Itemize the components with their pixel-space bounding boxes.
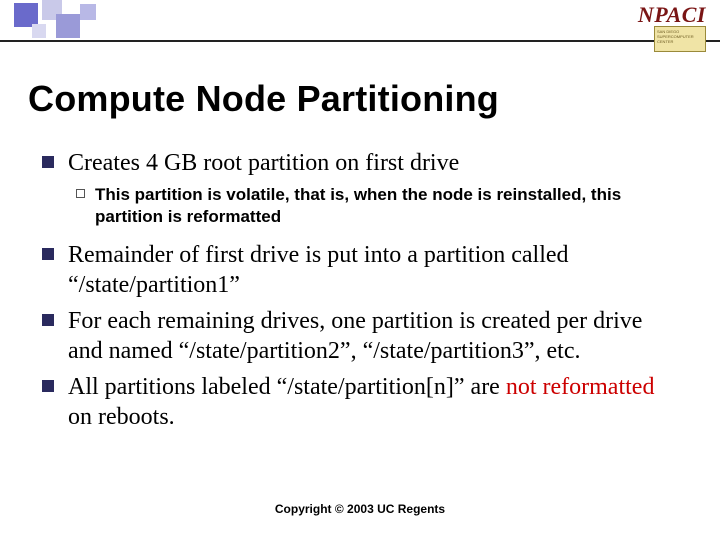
bullet-text: All partitions labeled “/state/partition… [68, 372, 682, 432]
bullet-square-icon [42, 314, 54, 326]
bullet-text-pre: All partitions labeled “/state/partition… [68, 374, 506, 400]
bullet-item: For each remaining drives, one partition… [42, 306, 682, 366]
npaci-logo: NPACI [638, 2, 706, 28]
sdsc-logo-text: SAN DIEGO SUPERCOMPUTER CENTER [657, 29, 703, 44]
sub-bullet-square-icon [76, 189, 85, 198]
bullet-item: All partitions labeled “/state/partition… [42, 372, 682, 432]
bullet-square-icon [42, 156, 54, 168]
bullet-item: Creates 4 GB root partition on first dri… [42, 148, 682, 178]
copyright-footer: Copyright © 2003 UC Regents [0, 502, 720, 516]
decor-square [56, 14, 80, 38]
sdsc-logo: SAN DIEGO SUPERCOMPUTER CENTER [654, 26, 706, 52]
slide-title: Compute Node Partitioning [28, 78, 499, 120]
bullet-text-highlight: not reformatted [506, 374, 655, 400]
bullet-text: For each remaining drives, one partition… [68, 306, 682, 366]
bullet-item: Remainder of first drive is put into a p… [42, 240, 682, 300]
bullet-square-icon [42, 380, 54, 392]
decorative-topbar [0, 0, 720, 42]
sub-bullet-text: This partition is volatile, that is, whe… [95, 184, 682, 228]
decor-square [80, 4, 96, 20]
bullet-text: Remainder of first drive is put into a p… [68, 240, 682, 300]
slide-body: Creates 4 GB root partition on first dri… [42, 148, 682, 438]
bullet-text-post: on reboots. [68, 404, 175, 430]
bullet-square-icon [42, 248, 54, 260]
decor-square [32, 24, 46, 38]
bullet-text: Creates 4 GB root partition on first dri… [68, 148, 459, 178]
divider [0, 40, 720, 42]
sub-bullet-item: This partition is volatile, that is, whe… [76, 184, 682, 228]
